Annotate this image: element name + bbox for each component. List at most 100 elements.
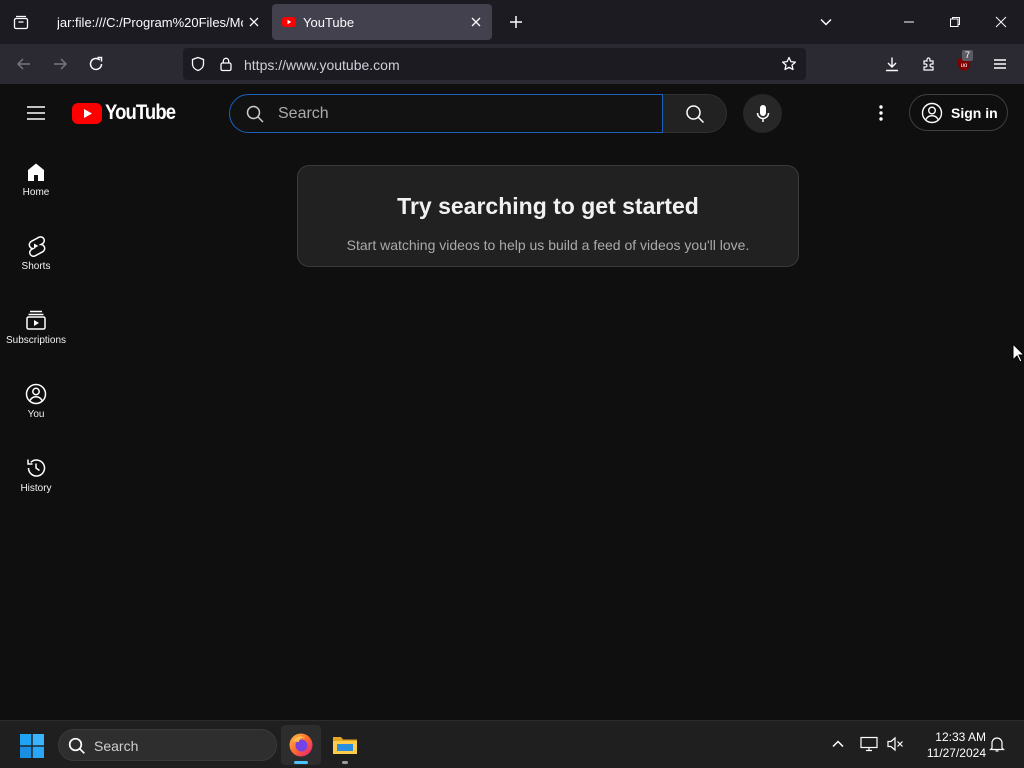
back-button[interactable] xyxy=(10,50,38,78)
taskbar-firefox-button[interactable] xyxy=(281,725,321,765)
taskbar-file-explorer-button[interactable] xyxy=(325,725,365,765)
search-icon xyxy=(685,104,704,123)
taskbar-clock[interactable]: 12:33 AM 11/27/2024 xyxy=(914,729,986,761)
url-bar[interactable]: https://www.youtube.com xyxy=(183,48,806,80)
minimize-icon xyxy=(904,21,914,23)
close-tab-button[interactable] xyxy=(468,14,484,30)
search-button[interactable] xyxy=(663,94,727,133)
restore-icon xyxy=(950,17,960,27)
voice-search-button[interactable] xyxy=(743,94,782,133)
close-icon xyxy=(471,17,481,27)
search-icon xyxy=(246,105,264,123)
tabs-overflow-button[interactable] xyxy=(812,8,840,36)
clock-time: 12:33 AM xyxy=(935,730,986,744)
close-icon xyxy=(995,16,1007,28)
clock-date: 11/27/2024 xyxy=(926,746,986,760)
taskbar-search-box[interactable]: Search xyxy=(58,729,277,761)
chevron-down-icon xyxy=(820,18,832,26)
folder-icon xyxy=(333,737,357,754)
guide-item-history[interactable]: History xyxy=(0,438,72,512)
forward-button[interactable] xyxy=(46,50,74,78)
volume-button[interactable] xyxy=(884,733,906,755)
arrow-left-icon xyxy=(16,58,30,70)
app-menu-button[interactable] xyxy=(986,50,1014,78)
close-icon xyxy=(249,17,259,27)
show-hidden-icons-button[interactable] xyxy=(827,733,849,755)
windows-logo-icon xyxy=(20,734,44,758)
hamburger-menu-icon xyxy=(994,59,1006,69)
list-all-tabs-button[interactable] xyxy=(0,0,42,44)
guide-item-label: Subscriptions xyxy=(5,335,67,346)
tab-list-icon xyxy=(13,15,29,30)
active-app-indicator xyxy=(294,761,308,764)
puzzle-piece-icon xyxy=(923,57,934,71)
microphone-icon xyxy=(756,104,769,122)
guide-item-label: You xyxy=(27,409,45,420)
settings-more-button[interactable] xyxy=(866,98,896,128)
hamburger-menu-icon xyxy=(27,106,45,120)
volume-muted-icon xyxy=(887,736,903,752)
svg-text:uo: uo xyxy=(961,63,968,69)
network-status-button[interactable] xyxy=(858,733,880,755)
restore-button[interactable] xyxy=(932,0,978,44)
guide-item-label: Shorts xyxy=(21,261,51,272)
taskbar-search-label: Search xyxy=(94,738,139,754)
you-icon xyxy=(25,383,47,405)
windows-taskbar: Search 12:33 AM 11/27/2024 xyxy=(0,720,1024,768)
search-icon xyxy=(68,737,85,754)
youtube-favicon-icon xyxy=(282,17,296,27)
chevron-up-icon xyxy=(832,740,844,748)
guide-item-label: History xyxy=(20,483,52,494)
empty-feed-prompt-card: Try searching to get started Start watch… xyxy=(297,165,799,267)
close-tab-button[interactable] xyxy=(246,14,262,30)
vertical-dots-icon xyxy=(879,105,883,121)
arrow-right-icon xyxy=(54,58,68,70)
guide-item-home[interactable]: Home xyxy=(0,142,72,216)
account-circle-icon xyxy=(921,102,943,123)
url-text: https://www.youtube.com xyxy=(244,57,400,73)
search-input[interactable]: Search xyxy=(229,94,663,133)
guide-menu-button[interactable] xyxy=(20,97,52,129)
prompt-title: Try searching to get started xyxy=(397,193,699,219)
sign-in-label: Sign in xyxy=(951,104,998,121)
lock-icon[interactable] xyxy=(218,56,234,72)
history-icon xyxy=(27,459,46,477)
tab-jar-file[interactable]: jar:file:///C:/Program%20Files/Mozilla%2… xyxy=(44,4,270,40)
new-tab-button[interactable] xyxy=(502,8,530,36)
start-button[interactable] xyxy=(16,731,48,761)
plus-icon xyxy=(510,16,522,28)
minimize-button[interactable] xyxy=(886,0,932,44)
close-window-button[interactable] xyxy=(978,0,1024,44)
search-placeholder: Search xyxy=(278,105,329,122)
guide-item-subscriptions[interactable]: Subscriptions xyxy=(0,290,72,364)
extensions-button[interactable] xyxy=(915,50,943,78)
reload-icon xyxy=(89,56,103,71)
tab-youtube[interactable]: YouTube xyxy=(272,4,492,40)
subscriptions-icon xyxy=(26,310,46,330)
guide-item-label: Home xyxy=(22,187,50,198)
extension-count-badge: 7 xyxy=(962,50,974,61)
reload-button[interactable] xyxy=(82,50,110,78)
running-app-indicator xyxy=(342,761,348,764)
home-icon xyxy=(28,163,44,181)
tab-title: YouTube xyxy=(303,14,355,30)
tracking-protection-shield-icon[interactable] xyxy=(190,56,206,72)
sign-in-button[interactable]: Sign in xyxy=(909,94,1008,131)
guide-item-shorts[interactable]: Shorts xyxy=(0,216,72,290)
shorts-icon xyxy=(28,236,46,257)
youtube-play-logo-icon xyxy=(72,102,102,124)
bookmark-star-icon[interactable] xyxy=(781,56,797,72)
tab-title: jar:file:///C:/Program%20Files/Mozilla%2… xyxy=(57,14,243,30)
browser-tab-strip: jar:file:///C:/Program%20Files/Mozilla%2… xyxy=(0,0,1024,44)
mouse-cursor-icon xyxy=(1012,343,1024,363)
youtube-logo[interactable]: YouTube xyxy=(72,101,185,124)
downloads-button[interactable] xyxy=(878,50,906,78)
logo-text: YouTube xyxy=(105,101,176,124)
youtube-masthead: YouTube Search Sign in xyxy=(0,84,1024,142)
network-monitor-icon xyxy=(860,736,878,752)
notifications-button[interactable] xyxy=(986,733,1008,755)
bell-icon xyxy=(989,737,1005,752)
guide-item-you[interactable]: You xyxy=(0,364,72,438)
download-icon xyxy=(886,57,898,72)
prompt-subtitle: Start watching videos to help us build a… xyxy=(346,237,750,253)
